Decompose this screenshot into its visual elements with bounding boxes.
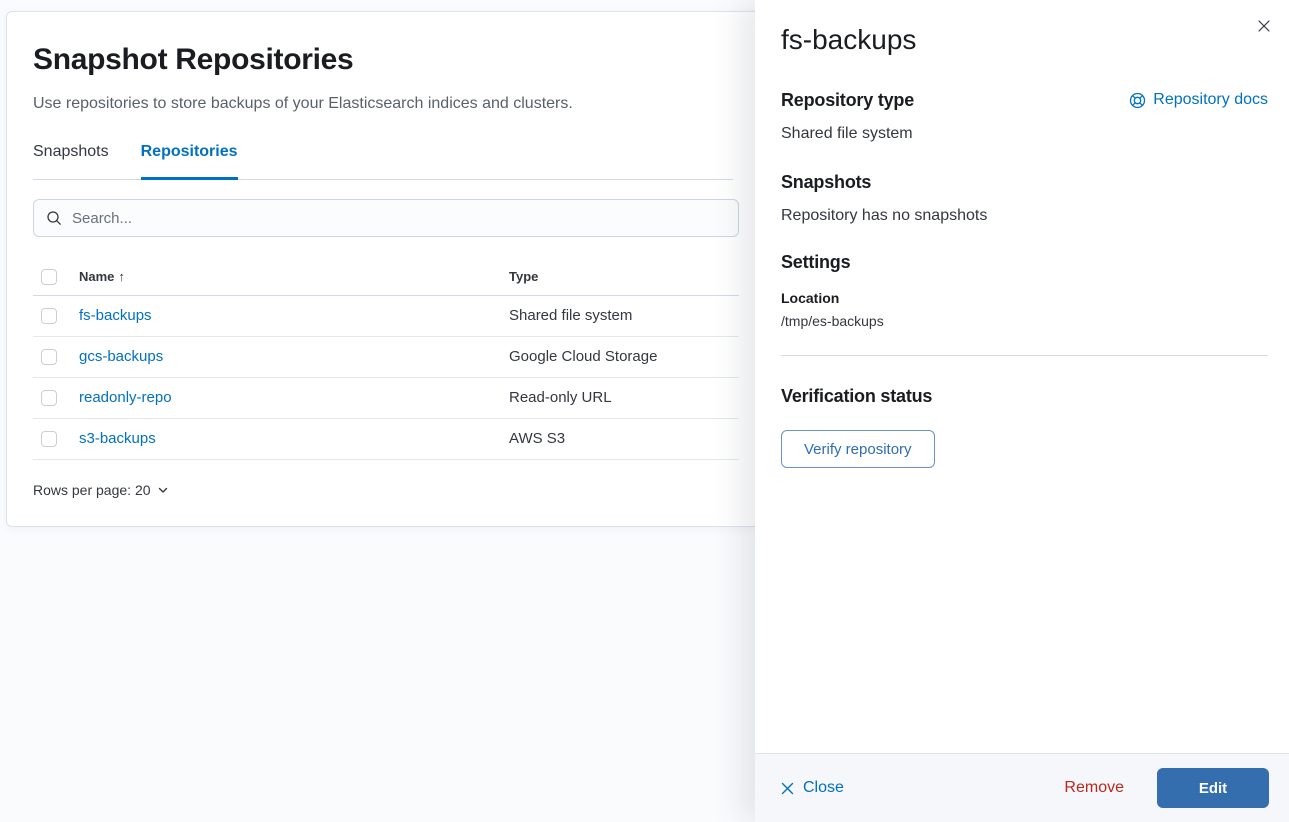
chevron-down-icon [157,484,169,496]
repositories-table: Name↑ Type fs-backups Shared file system… [33,262,739,460]
tab-bar: Snapshots Repositories [33,140,733,180]
repo-link-readonly-repo[interactable]: readonly-repo [79,389,172,406]
settings-heading: Settings [781,250,1268,274]
location-label: Location [781,288,1268,309]
flyout-footer: Close Remove Edit [755,753,1289,822]
search-box[interactable] [33,199,739,237]
tab-snapshots[interactable]: Snapshots [33,140,109,180]
close-button[interactable]: Close [781,779,844,797]
rows-per-page-selector[interactable]: Rows per page: 20 [33,482,169,498]
location-value: /tmp/es-backups [781,311,1268,332]
close-x-icon [781,782,794,795]
flyout-close-icon[interactable] [1254,16,1274,36]
row-checkbox[interactable] [41,431,57,447]
rows-per-page-label: Rows per page: 20 [33,482,151,498]
snapshots-heading: Snapshots [781,170,1268,194]
search-icon [46,210,62,226]
repository-type-value: Shared file system [781,122,1268,146]
table-row: gcs-backups Google Cloud Storage [33,336,739,377]
close-button-label: Close [803,779,844,797]
flyout-title: fs-backups [781,22,1268,58]
docs-icon [1129,92,1146,109]
repo-type-cell: Shared file system [501,295,739,336]
row-checkbox[interactable] [41,390,57,406]
table-row: s3-backups AWS S3 [33,418,739,459]
column-header-type[interactable]: Type [501,262,739,295]
repository-details-flyout: fs-backups Repository type Repository do… [755,0,1289,822]
repository-docs-link[interactable]: Repository docs [1129,88,1268,112]
select-all-checkbox[interactable] [41,269,57,285]
row-checkbox[interactable] [41,349,57,365]
edit-button[interactable]: Edit [1157,768,1269,808]
snapshot-repositories-card: Snapshot Repositories Use repositories t… [6,11,760,527]
remove-button[interactable]: Remove [1064,779,1124,797]
tab-repositories[interactable]: Repositories [141,140,238,180]
repository-docs-label: Repository docs [1153,88,1268,112]
verification-status-heading: Verification status [781,384,1268,408]
page-subtitle: Use repositories to store backups of you… [33,92,733,116]
snapshots-value: Repository has no snapshots [781,204,1268,228]
row-checkbox[interactable] [41,308,57,324]
repository-type-heading: Repository type [781,88,914,112]
repo-type-cell: Read-only URL [501,377,739,418]
repo-link-gcs-backups[interactable]: gcs-backups [79,348,163,365]
table-row: fs-backups Shared file system [33,295,739,336]
repo-type-cell: Google Cloud Storage [501,336,739,377]
page-title: Snapshot Repositories [33,42,733,78]
repo-type-cell: AWS S3 [501,418,739,459]
verify-repository-button[interactable]: Verify repository [781,430,935,468]
table-header-row: Name↑ Type [33,262,739,295]
repo-link-fs-backups[interactable]: fs-backups [79,307,152,324]
search-input[interactable] [72,210,726,227]
sort-ascending-icon: ↑ [118,269,125,284]
repo-link-s3-backups[interactable]: s3-backups [79,430,156,447]
section-divider [781,355,1268,356]
table-row: readonly-repo Read-only URL [33,377,739,418]
column-header-name[interactable]: Name↑ [71,262,501,295]
